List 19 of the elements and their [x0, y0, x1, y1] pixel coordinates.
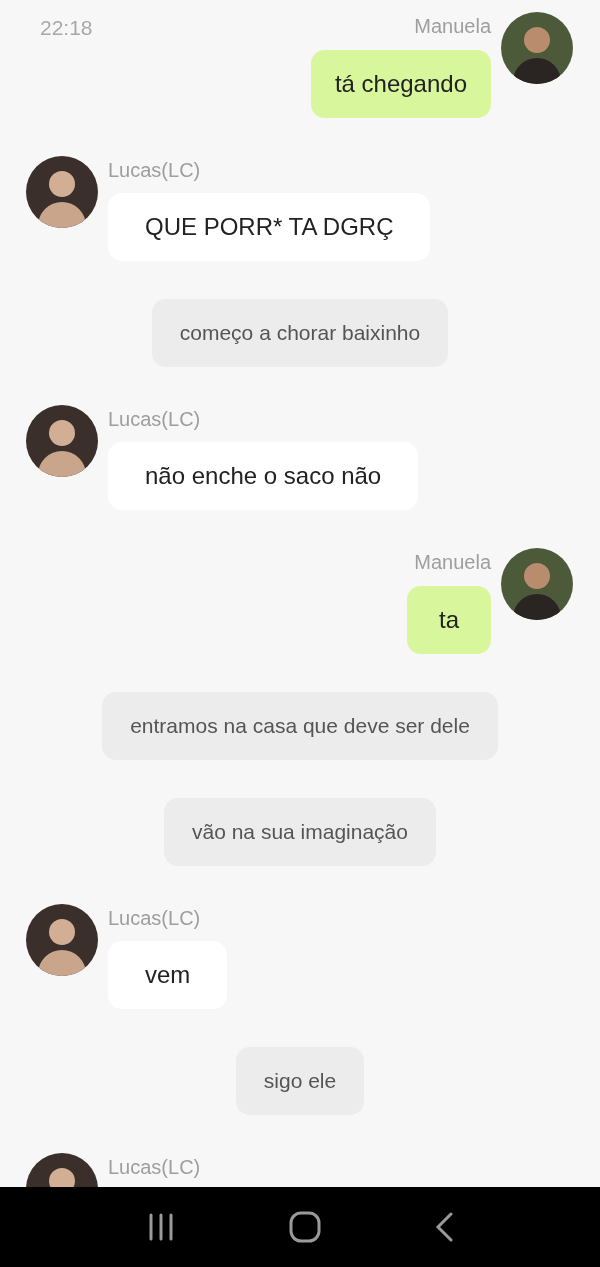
sender-name: Manuela [414, 550, 491, 574]
message-bubble: entramos na casa que deve ser dele [102, 692, 498, 760]
message-bubble: não enche o saco não [108, 442, 419, 510]
message-bubble: ta [407, 586, 491, 654]
sender-name: Manuela [414, 14, 491, 38]
recent-apps-icon[interactable] [147, 1213, 175, 1241]
sender-name: Lucas(LC) [108, 407, 201, 431]
message-bubble: começo a chorar baixinho [151, 299, 449, 367]
message-bubble: vão na sua imaginação [164, 798, 436, 866]
sender-name: Lucas(LC) [108, 158, 201, 182]
sender-name: Lucas(LC) [108, 1155, 201, 1179]
message-bubble: vem [108, 941, 228, 1009]
status-time: 22:18 [40, 15, 93, 41]
message-bubble: sigo ele [235, 1047, 365, 1115]
message-bubble: tá chegando [310, 50, 491, 118]
sender-name: Lucas(LC) [108, 906, 201, 930]
back-icon[interactable] [435, 1212, 453, 1242]
home-icon[interactable] [289, 1211, 321, 1243]
message-bubble: QUE PORR* TA DGRÇ [108, 193, 431, 261]
